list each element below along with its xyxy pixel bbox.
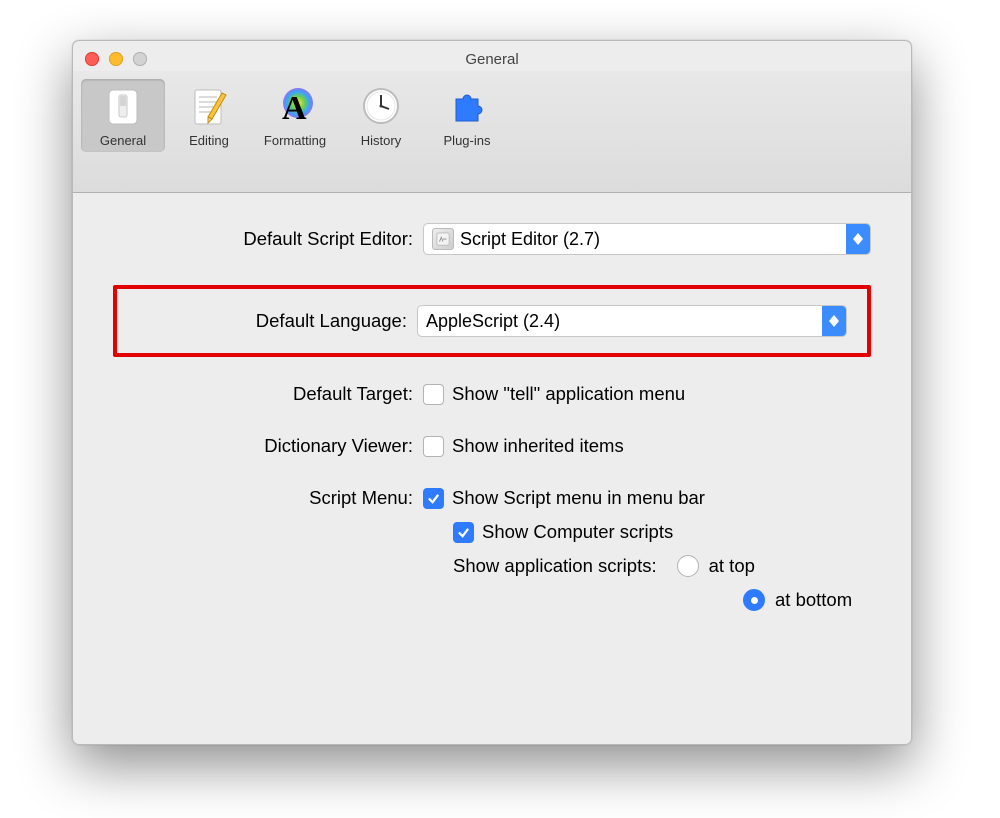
default-editor-popup[interactable]: Script Editor (2.7) (423, 223, 871, 255)
tell-menu-label: Show "tell" application menu (452, 383, 685, 405)
switch-icon (102, 85, 144, 127)
pencil-document-icon (188, 85, 230, 127)
svg-text:A: A (282, 90, 307, 127)
chevron-updown-icon (846, 224, 870, 254)
default-language-highlight: Default Language: AppleScript (2.4) (113, 285, 871, 357)
app-scripts-label: Show application scripts: (453, 555, 657, 577)
default-target-label: Default Target: (113, 383, 423, 405)
default-language-popup[interactable]: AppleScript (2.4) (417, 305, 847, 337)
window-title: General (73, 51, 911, 68)
script-editor-app-icon (432, 228, 454, 250)
titlebar: General (73, 41, 911, 71)
tab-plugins[interactable]: Plug-ins (425, 79, 509, 152)
inherited-checkbox[interactable] (423, 436, 444, 457)
default-target-row: Default Target: Show "tell" application … (113, 383, 871, 405)
computer-scripts-label: Show Computer scripts (482, 521, 673, 543)
preferences-window: General General (72, 40, 912, 745)
puzzle-icon (446, 85, 488, 127)
preferences-toolbar: General Editing (73, 71, 911, 193)
tab-label: Plug-ins (444, 133, 491, 148)
tab-label: Editing (189, 133, 229, 148)
default-language-label: Default Language: (117, 310, 417, 332)
tab-general[interactable]: General (81, 79, 165, 152)
default-editor-row: Default Script Editor: Script Editor (2.… (113, 223, 871, 255)
at-top-radio[interactable] (677, 555, 699, 577)
tab-history[interactable]: History (339, 79, 423, 152)
formatting-a-icon: A (274, 85, 316, 127)
tell-menu-checkbox[interactable] (423, 384, 444, 405)
tab-label: History (361, 133, 401, 148)
chevron-updown-icon (822, 306, 846, 336)
general-pane: Default Script Editor: Script Editor (2.… (73, 193, 911, 631)
tab-formatting[interactable]: A Formatting (253, 79, 337, 152)
dictionary-viewer-row: Dictionary Viewer: Show inherited items (113, 435, 871, 457)
at-bottom-label: at bottom (775, 589, 852, 611)
inherited-label: Show inherited items (452, 435, 624, 457)
script-menu-show-label: Show Script menu in menu bar (452, 487, 705, 509)
at-bottom-row: at bottom (743, 589, 871, 611)
tab-label: General (100, 133, 146, 148)
script-menu-checkbox[interactable] (423, 488, 444, 509)
tab-editing[interactable]: Editing (167, 79, 251, 152)
default-editor-label: Default Script Editor: (113, 228, 423, 250)
script-menu-row: Script Menu: Show Script menu in menu ba… (113, 487, 871, 509)
default-language-value: AppleScript (2.4) (426, 311, 560, 332)
clock-icon (360, 85, 402, 127)
computer-scripts-row: Show Computer scripts (453, 521, 871, 543)
default-editor-value: Script Editor (2.7) (460, 229, 600, 250)
script-menu-label: Script Menu: (113, 487, 423, 509)
at-bottom-radio[interactable] (743, 589, 765, 611)
tab-label: Formatting (264, 133, 326, 148)
at-top-label: at top (709, 555, 755, 577)
app-scripts-row: Show application scripts: at top (453, 555, 871, 577)
computer-scripts-checkbox[interactable] (453, 522, 474, 543)
dictionary-viewer-label: Dictionary Viewer: (113, 435, 423, 457)
